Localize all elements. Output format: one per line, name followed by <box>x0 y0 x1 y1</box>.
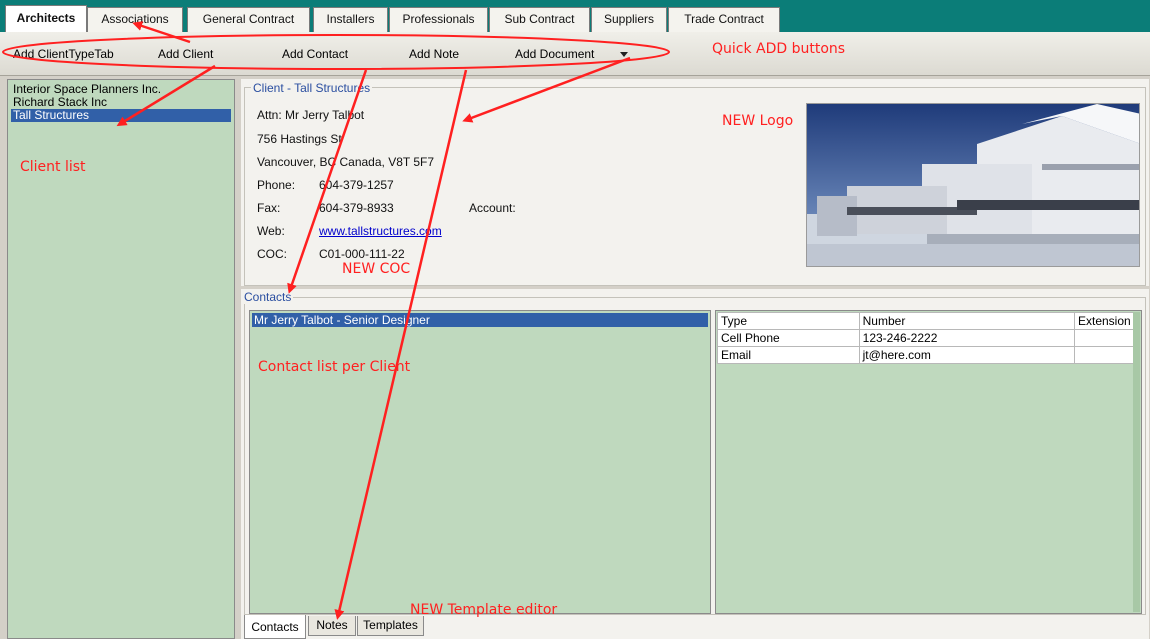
table-row[interactable]: Cell Phone 123-246-2222 <box>717 329 1137 347</box>
account-label: Account: <box>469 201 516 215</box>
add-client-button[interactable]: Add Client <box>158 47 213 61</box>
client-details-panel: Client - Tall Structures Attn: Mr Jerry … <box>241 79 1149 286</box>
fax-label: Fax: <box>257 201 281 215</box>
column-header-number[interactable]: Number <box>858 312 1076 330</box>
tab-professionals[interactable]: Professionals <box>389 7 488 32</box>
tab-installers[interactable]: Installers <box>313 7 388 32</box>
add-document-button[interactable]: Add Document <box>515 47 594 61</box>
cell-extension[interactable] <box>1074 346 1137 364</box>
client-list[interactable]: Interior Space Planners Inc. Richard Sta… <box>7 79 235 639</box>
tab-trade-contract[interactable]: Trade Contract <box>668 7 780 32</box>
add-note-button[interactable]: Add Note <box>409 47 459 61</box>
cell-number[interactable]: jt@here.com <box>858 346 1076 364</box>
client-attn: Attn: Mr Jerry Talbot <box>257 108 365 122</box>
contact-list[interactable]: Mr Jerry Talbot - Senior Designer <box>249 310 711 614</box>
building-photo <box>807 104 1139 266</box>
web-label: Web: <box>257 224 285 238</box>
cell-type[interactable]: Email <box>717 346 860 364</box>
add-contact-button[interactable]: Add Contact <box>282 47 348 61</box>
tab-general-contract[interactable]: General Contract <box>187 7 310 32</box>
cell-type[interactable]: Cell Phone <box>717 329 860 347</box>
fax-value: 604-379-8933 <box>319 201 394 215</box>
contacts-legend: Contacts <box>242 290 294 304</box>
quick-add-toolbar: Add ClientTypeTab Add Client Add Contact… <box>0 32 1150 76</box>
client-street: 756 Hastings St <box>257 132 342 146</box>
contact-numbers-table: Type Number Extension Cell Phone 123-246… <box>717 312 1137 364</box>
client-details-legend: Client - Tall Structures <box>251 81 373 95</box>
client-logo-image <box>806 103 1140 267</box>
chevron-down-icon[interactable] <box>620 52 628 57</box>
column-header-extension[interactable]: Extension <box>1074 312 1137 330</box>
tab-templates[interactable]: Templates <box>357 616 424 636</box>
contact-numbers-grid[interactable]: Type Number Extension Cell Phone 123-246… <box>715 310 1142 614</box>
web-link-text[interactable]: www.tallstructures.com <box>319 224 442 238</box>
column-header-type[interactable]: Type <box>717 312 860 330</box>
table-header-row: Type Number Extension <box>717 312 1137 330</box>
client-type-tab-strip: Architects Associations General Contract… <box>0 0 1150 32</box>
tab-associations[interactable]: Associations <box>87 7 183 32</box>
cell-number[interactable]: 123-246-2222 <box>858 329 1076 347</box>
table-row[interactable]: Email jt@here.com <box>717 346 1137 364</box>
phone-label: Phone: <box>257 178 296 192</box>
tab-notes[interactable]: Notes <box>308 616 356 636</box>
client-list-item-selected[interactable]: Tall Structures <box>11 109 231 122</box>
web-link[interactable]: www.tallstructures.com <box>319 224 442 238</box>
contacts-panel: Contacts Mr Jerry Talbot - Senior Design… <box>241 289 1149 615</box>
tab-sub-contract[interactable]: Sub Contract <box>489 7 590 32</box>
tab-contacts[interactable]: Contacts <box>244 615 306 639</box>
coc-label: COC: <box>257 247 287 261</box>
add-clienttypetab-button[interactable]: Add ClientTypeTab <box>13 47 114 61</box>
vertical-scrollbar[interactable] <box>1133 312 1140 612</box>
tab-architects[interactable]: Architects <box>5 5 87 32</box>
phone-value: 604-379-1257 <box>319 178 394 192</box>
client-city: Vancouver, BC Canada, V8T 5F7 <box>257 155 434 169</box>
cell-extension[interactable] <box>1074 329 1137 347</box>
bottom-tab-strip: Contacts Notes Templates <box>241 615 1149 639</box>
tab-suppliers[interactable]: Suppliers <box>591 7 667 32</box>
contact-list-item-selected[interactable]: Mr Jerry Talbot - Senior Designer <box>252 313 708 327</box>
coc-value: C01-000-111-22 <box>319 247 405 261</box>
